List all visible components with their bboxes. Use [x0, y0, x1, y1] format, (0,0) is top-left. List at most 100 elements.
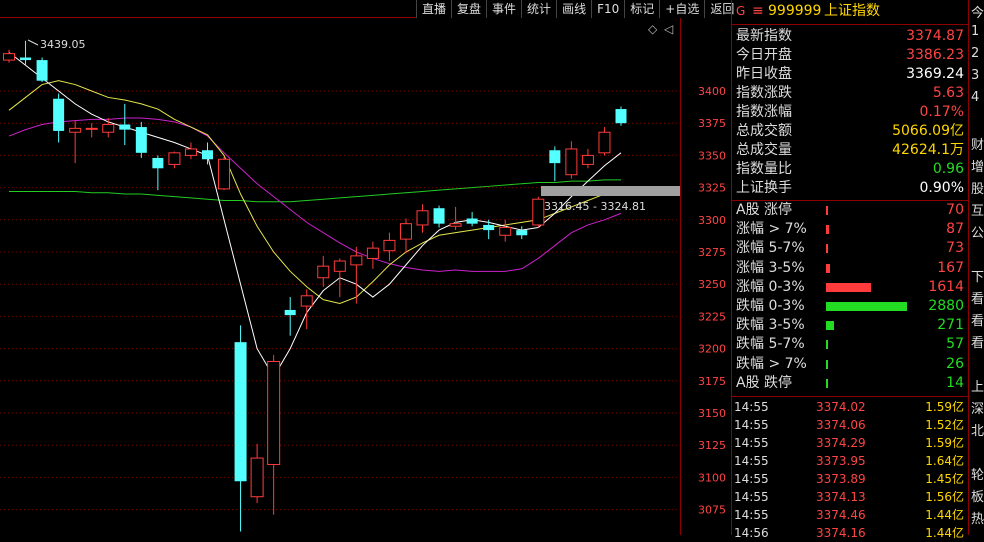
side-nav-item[interactable]: 股	[971, 178, 984, 197]
side-nav-item[interactable]: 公	[971, 222, 984, 241]
tick-price: 3374.13	[816, 490, 866, 504]
breadth-row: A股 跌停 14	[736, 374, 966, 393]
tick-price: 3373.95	[816, 454, 866, 468]
side-nav-item[interactable]: 热	[971, 508, 984, 527]
index-header: G ≡ 999999 上证指数	[732, 0, 968, 22]
tick-amount: 1.59亿	[925, 436, 964, 450]
side-nav-item[interactable]: 看	[971, 310, 984, 329]
side-nav-item[interactable]: 板	[971, 486, 984, 505]
candle-body	[36, 60, 48, 81]
collapse-arrow-icon[interactable]: ◁	[663, 22, 673, 36]
g-badge[interactable]: G	[736, 0, 745, 22]
candle-body	[102, 123, 115, 133]
y-tick-label: 3350	[698, 149, 726, 162]
breadth-bar	[826, 340, 828, 350]
quote-panel: G ≡ 999999 上证指数 最新指数 3374.87 今日开盘 3386.23 昨日…	[731, 0, 968, 540]
ma-white-line	[8, 51, 622, 378]
candle-body	[483, 224, 495, 231]
y-tick-label: 3225	[698, 310, 726, 323]
breadth-bar	[826, 244, 828, 254]
quote-label: 指数量比	[736, 161, 792, 177]
quote-label: 昨日收盘	[736, 66, 792, 82]
breadth-label: 跌幅 3-5%	[736, 317, 805, 334]
range-label: 3316.45 - 3324.81	[544, 200, 646, 213]
ma-yellow-line	[8, 80, 622, 305]
side-nav-item[interactable]: 3	[971, 68, 979, 83]
toolbar-item[interactable]: 统计	[521, 0, 556, 18]
toolbar-item[interactable]: +自选	[659, 0, 704, 18]
y-tick-label: 3325	[698, 182, 726, 195]
candle-body	[69, 127, 82, 133]
tick-price: 3374.06	[816, 418, 866, 432]
breadth-row: 涨幅 5-7% 73	[736, 239, 966, 258]
side-nav-item[interactable]: 互	[971, 200, 984, 219]
toolbar-item[interactable]: 复盘	[451, 0, 486, 18]
side-nav-item[interactable]: 北	[971, 420, 984, 439]
side-nav-item[interactable]: 1	[971, 24, 979, 39]
toolbar-item[interactable]: 直播	[416, 0, 451, 18]
breadth-label: A股 跌停	[736, 374, 793, 391]
breadth-row: 跌幅 3-5% 271	[736, 316, 966, 335]
candle-body	[416, 210, 429, 226]
quote-row: 指数量比 0.96	[736, 160, 966, 179]
quote-value: 0.17%	[919, 104, 964, 120]
divider	[732, 396, 968, 397]
toolbar-item[interactable]: F10	[591, 0, 624, 18]
breadth-bar	[826, 378, 828, 388]
breadth-value: 26	[946, 355, 964, 372]
side-nav-item[interactable]: 4	[971, 90, 979, 105]
side-nav-item[interactable]: 2	[971, 46, 979, 61]
menu-icon[interactable]: ≡	[752, 0, 764, 22]
tick-time: 14:55	[734, 508, 769, 522]
y-tick-label: 3200	[698, 343, 726, 356]
side-nav-item[interactable]: 深	[971, 398, 984, 417]
y-tick-label: 3300	[698, 214, 726, 227]
quote-label: 指数涨幅	[736, 104, 792, 120]
breadth-value: 70	[946, 202, 964, 218]
diamond-icon[interactable]: ◇	[648, 22, 658, 36]
side-nav-item[interactable]: 看	[971, 288, 984, 307]
quote-value: 5066.09亿	[892, 123, 964, 139]
breadth-bar	[826, 282, 871, 292]
tick-amount: 1.52亿	[925, 418, 964, 432]
tick-time: 14:56	[734, 526, 769, 540]
quote-row: 指数涨跌 5.63	[736, 84, 966, 103]
tick-row: 14:55 3374.46 1.44亿	[734, 506, 966, 524]
breadth-row: 涨幅 3-5% 167	[736, 259, 966, 278]
toolbar-item[interactable]: 标记	[624, 0, 659, 18]
candle-body	[565, 148, 578, 176]
side-nav-item[interactable]: 轮	[971, 464, 984, 483]
side-nav-item[interactable]: 今	[971, 2, 984, 21]
breadth-value: 73	[946, 240, 964, 257]
breadth-label: 涨幅 > 7%	[736, 221, 807, 238]
side-nav-item[interactable]: 看	[971, 332, 984, 351]
candle-body	[433, 208, 445, 224]
price-highlight-bar	[541, 186, 680, 196]
side-nav-item[interactable]: 上	[971, 376, 984, 395]
ma-green-line	[9, 179, 621, 203]
quote-label: 总成交额	[736, 123, 792, 139]
tick-amount: 1.59亿	[925, 400, 964, 414]
breadth-value: 2880	[928, 298, 964, 314]
quote-row: 上证换手 0.90%	[736, 179, 966, 198]
candlestick-chart[interactable]: 3400 3375 3350 3325 3300 3275 3250 3225 3200 3175…	[0, 0, 730, 535]
toolbar-item[interactable]: 事件	[486, 0, 521, 18]
side-nav-item[interactable]: 下	[971, 266, 984, 285]
toolbar-item[interactable]: 画线	[556, 0, 591, 18]
y-tick-label: 3075	[698, 504, 726, 517]
candle-body	[20, 57, 32, 61]
breadth-label: 跌幅 5-7%	[736, 336, 805, 353]
quote-value: 3369.24	[906, 66, 964, 82]
side-nav-item[interactable]: 增	[971, 156, 984, 175]
candle-body	[499, 227, 512, 236]
candle-body	[53, 98, 65, 131]
tick-row: 14:55 3373.89 1.45亿	[734, 470, 966, 488]
tick-row: 14:55 3373.95 1.64亿	[734, 452, 966, 470]
breadth-value: 87	[946, 221, 964, 238]
tick-amount: 1.44亿	[925, 508, 964, 522]
candle-body	[300, 295, 313, 307]
side-nav-item[interactable]: 财	[971, 134, 984, 153]
index-name: 上证指数	[824, 3, 880, 19]
tick-time: 14:55	[734, 472, 769, 486]
tick-price: 3374.29	[816, 436, 866, 450]
